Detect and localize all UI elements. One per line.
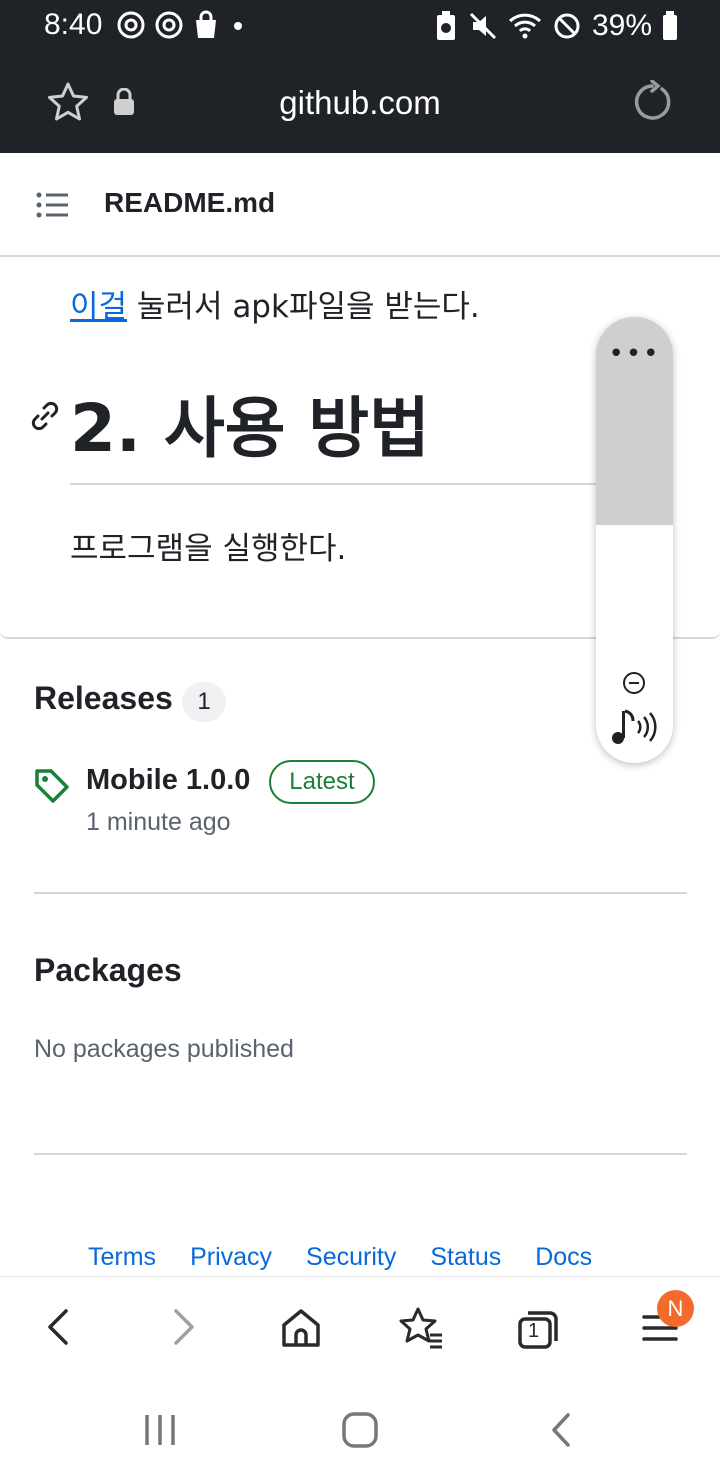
table-of-contents-icon[interactable] (36, 191, 70, 219)
footer-link-privacy[interactable]: Privacy (190, 1243, 272, 1272)
anchor-link-icon[interactable] (28, 399, 62, 433)
footer-link-terms[interactable]: Terms (88, 1243, 156, 1272)
download-instruction: 이걸 눌러서 apk파일을 받는다. (70, 281, 480, 326)
system-navigation-bar (0, 1380, 720, 1480)
bookmarks-icon[interactable] (398, 1303, 444, 1351)
tabs-count: 1 (528, 1320, 540, 1342)
music-sound-icon[interactable] (610, 707, 658, 747)
footer-links: Terms Privacy Security Status Docs (88, 1243, 592, 1272)
do-not-disturb-icon (554, 13, 580, 39)
footer-link-security[interactable]: Security (306, 1243, 396, 1272)
floating-media-panel[interactable]: ••• (596, 317, 673, 763)
footer-link-docs[interactable]: Docs (535, 1243, 592, 1272)
status-time: 8:40 (44, 8, 103, 41)
battery-percent: 39% (591, 9, 652, 42)
browser-bottom-nav: 1 (0, 1276, 720, 1380)
releases-heading[interactable]: Releases (34, 680, 173, 717)
packages-empty-text: No packages published (34, 1035, 294, 1063)
latest-badge: Latest (269, 760, 375, 804)
back-icon[interactable] (42, 1303, 78, 1351)
home-circle-icon[interactable] (340, 1410, 380, 1450)
battery-icon (663, 11, 677, 40)
mute-icon (469, 12, 497, 40)
release-time: 1 minute ago (86, 808, 231, 836)
home-icon[interactable] (280, 1303, 322, 1351)
url-text[interactable]: github.com (0, 84, 720, 122)
wifi-icon (508, 13, 541, 39)
dot-icon (234, 22, 242, 30)
url-bar[interactable]: github.com (0, 52, 720, 153)
tag-icon (35, 769, 69, 803)
heading-divider (70, 483, 630, 485)
download-link[interactable]: 이걸 (70, 289, 127, 325)
tabs-button[interactable]: 1 (516, 1303, 562, 1351)
divider (34, 1153, 687, 1155)
packages-heading[interactable]: Packages (34, 952, 182, 989)
more-options-icon[interactable]: ••• (596, 339, 673, 369)
section-heading: 2. 사용 방법 (70, 390, 430, 467)
release-name[interactable]: Mobile 1.0.0 (86, 764, 250, 797)
footer-link-status[interactable]: Status (430, 1243, 501, 1272)
section-paragraph: 프로그램을 실행한다. (70, 531, 347, 567)
download-instruction-text: 눌러서 apk파일을 받는다. (127, 289, 480, 325)
browser-top-bar: 8:40 39% github.com (0, 0, 720, 153)
menu-notification-badge: N (657, 1290, 694, 1327)
at-sign-icon (117, 11, 145, 39)
system-back-icon[interactable] (546, 1410, 576, 1450)
recent-apps-icon[interactable] (142, 1410, 178, 1450)
readme-file-name: README.md (104, 187, 276, 218)
releases-count-badge: 1 (182, 682, 226, 722)
reload-icon[interactable] (630, 80, 674, 124)
forward-icon[interactable] (164, 1303, 200, 1351)
at-sign-icon (155, 11, 183, 39)
divider (34, 892, 687, 894)
shopping-bag-icon (196, 10, 216, 38)
minimize-icon[interactable] (622, 671, 646, 695)
readme-header: README.md (0, 153, 720, 257)
status-bar: 8:40 39% (0, 0, 720, 52)
battery-saver-icon (436, 11, 455, 40)
